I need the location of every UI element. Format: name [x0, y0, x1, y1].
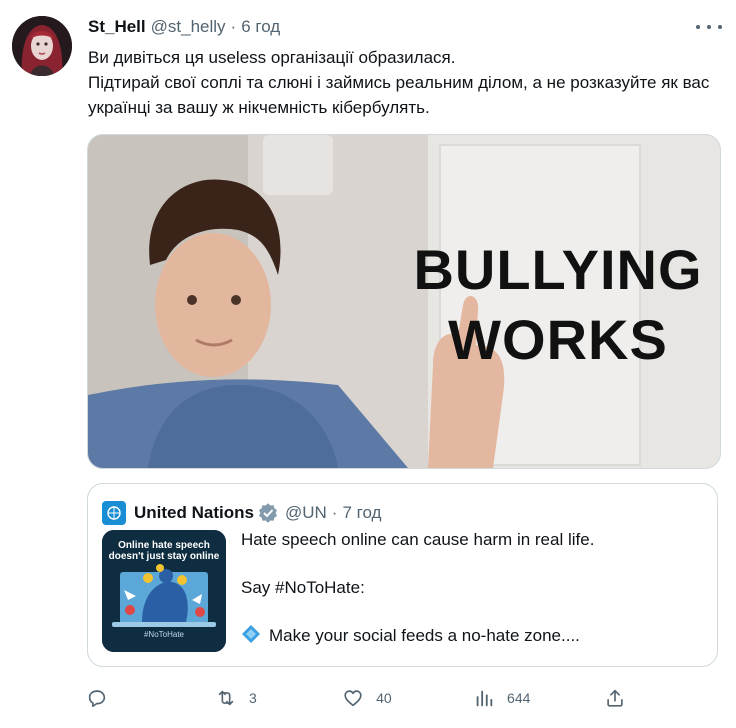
- views-chart-icon: [476, 690, 493, 707]
- reply-button[interactable]: [86, 687, 215, 709]
- quoted-author-handle[interactable]: @UN: [285, 503, 327, 523]
- tweet-text-line-1: Ви дивіться ця useless організації образ…: [88, 48, 456, 67]
- thumb-title: Online hate speech doesn't just stay onl…: [102, 540, 226, 562]
- like-button[interactable]: 40: [342, 687, 473, 709]
- tweet-text: Ви дивіться ця useless організації образ…: [88, 45, 728, 120]
- thumb-hashtag: #NoToHate: [143, 630, 185, 639]
- media-caption-line-2: WORKS: [448, 308, 668, 371]
- quoted-post-time[interactable]: 7 год: [342, 503, 381, 523]
- quoted-author-name[interactable]: United Nations: [134, 503, 254, 523]
- more-options-icon[interactable]: [696, 17, 722, 37]
- quoted-text-line-3: Make your social feeds a no-hate zone...…: [241, 624, 701, 651]
- thumb-title-line-2: doesn't just stay online: [108, 551, 220, 562]
- avatar-image: [12, 16, 72, 76]
- tweet-header: St_Hell @st_helly · 6 год: [88, 15, 280, 39]
- retweet-icon: [218, 690, 234, 706]
- un-logo-icon[interactable]: [102, 501, 126, 525]
- tweet[interactable]: St_Hell @st_helly · 6 год Ви дивіться ця…: [0, 0, 736, 728]
- reply-icon: [88, 690, 106, 708]
- thumb-title-line-1: Online hate speech: [118, 540, 210, 551]
- media-caption: BULLYING WORKS: [408, 235, 708, 375]
- post-time[interactable]: 6 год: [241, 17, 280, 37]
- quoted-header: United Nations @UN · 7 год: [102, 500, 381, 526]
- heart-icon: [344, 690, 362, 707]
- author-name[interactable]: St_Hell: [88, 17, 146, 37]
- tweet-text-line-2: Підтирай свої соплі та слюні і займись р…: [88, 73, 710, 117]
- quoted-text-line-1: Hate speech online can cause harm in rea…: [241, 530, 595, 549]
- share-icon: [607, 689, 623, 707]
- avatar[interactable]: [12, 16, 72, 76]
- quoted-separator: ·: [331, 503, 338, 522]
- retweet-button[interactable]: 3: [215, 687, 342, 709]
- tweet-media[interactable]: BULLYING WORKS: [87, 134, 721, 469]
- media-caption-line-1: BULLYING: [413, 238, 703, 301]
- views-button[interactable]: 644: [473, 687, 604, 709]
- action-bar: 3 40 644: [86, 685, 626, 711]
- header-separator: ·: [230, 17, 237, 36]
- retweet-count: 3: [249, 690, 257, 706]
- author-handle[interactable]: @st_helly: [151, 17, 226, 37]
- views-count: 644: [507, 690, 531, 706]
- verified-badge-icon: [258, 503, 278, 523]
- quoted-text-line-3-label: Make your social feeds a no-hate zone...…: [269, 626, 580, 645]
- quoted-text-line-2: Say #NoToHate:: [241, 578, 365, 597]
- quoted-tweet[interactable]: United Nations @UN · 7 год Online hate s…: [87, 483, 718, 667]
- like-count: 40: [376, 690, 392, 706]
- blue-diamond-icon: [241, 624, 261, 651]
- quoted-media-thumbnail[interactable]: Online hate speech doesn't just stay onl…: [102, 530, 226, 652]
- quoted-text: Hate speech online can cause harm in rea…: [241, 528, 701, 651]
- share-button[interactable]: [604, 687, 626, 709]
